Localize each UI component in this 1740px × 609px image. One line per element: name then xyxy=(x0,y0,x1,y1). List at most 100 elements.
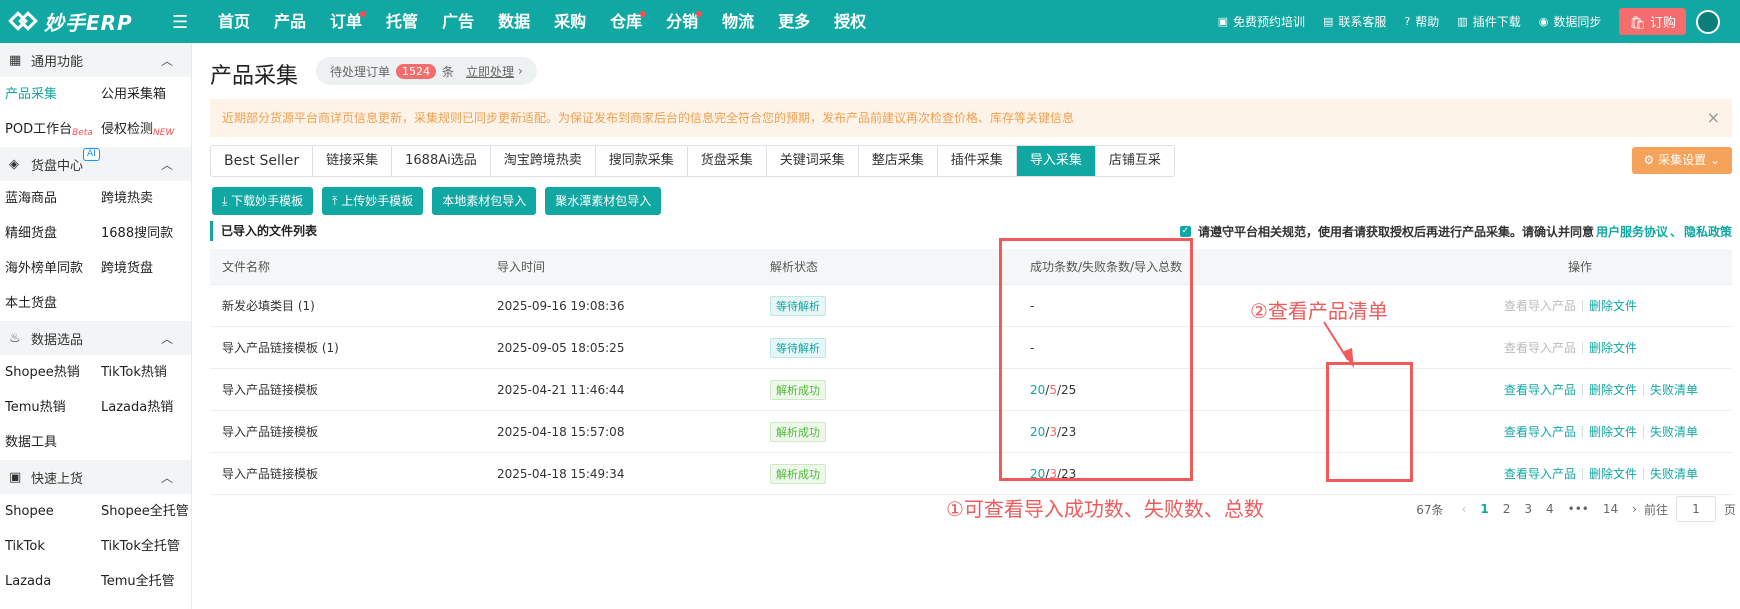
sidebar-item[interactable]: 数据工具 xyxy=(0,425,96,460)
row-action[interactable]: 查看导入产品 xyxy=(1504,381,1576,398)
tab-2[interactable]: 1688Ai选品 xyxy=(392,146,491,176)
header-tool-1[interactable]: ▤ 联系客服 xyxy=(1323,13,1386,30)
bag-icon: 🛍 xyxy=(1629,16,1646,31)
nav-item-0[interactable]: 首页 xyxy=(206,0,262,43)
import-action-button-3[interactable]: 聚水潭素材包导入 xyxy=(545,187,662,215)
tab-5[interactable]: 货盘采集 xyxy=(688,146,767,176)
row-action[interactable]: 失败清单 xyxy=(1650,423,1698,440)
header-tool-3[interactable]: ▥ 插件下载 xyxy=(1457,13,1520,30)
nav-item-1[interactable]: 产品 xyxy=(262,0,318,43)
agree-checkbox[interactable]: ✓ xyxy=(1179,226,1191,237)
collect-settings-button[interactable]: ⚙ 采集设置 ⌄ xyxy=(1631,147,1732,174)
page-number[interactable]: 3 xyxy=(1524,502,1532,516)
sidebar-item[interactable]: Lazada xyxy=(0,564,96,599)
nav-item-2[interactable]: 订单 xyxy=(318,0,374,43)
sidebar-item[interactable]: POD工作台 Beta xyxy=(0,112,96,147)
import-action-label: 上传妙手模板 xyxy=(341,194,414,208)
page-number[interactable]: 1 xyxy=(1480,502,1488,516)
row-action[interactable]: 失败清单 xyxy=(1650,465,1698,482)
pending-count-badge: 1524 xyxy=(396,63,437,79)
nav-item-8[interactable]: 分销 xyxy=(654,0,710,43)
nav-item-4[interactable]: 广告 xyxy=(430,0,486,43)
sidebar-item[interactable]: TikTok全托管 xyxy=(96,529,192,564)
row-action[interactable]: 查看导入产品 xyxy=(1504,465,1576,482)
goto-page-input[interactable]: 1 xyxy=(1675,496,1716,522)
nav-item-11[interactable]: 授权 xyxy=(822,0,878,43)
nav-item-9[interactable]: 物流 xyxy=(710,0,766,43)
sidebar-item[interactable]: Lazada热销 xyxy=(96,390,192,425)
tab-6[interactable]: 关键词采集 xyxy=(767,146,859,176)
chevron-up-icon[interactable]: ︿ xyxy=(161,156,173,173)
process-now-link[interactable]: 立即处理 xyxy=(466,63,514,80)
prev-page-icon[interactable]: ‹ xyxy=(1462,502,1467,516)
box-icon: ◈ xyxy=(9,157,19,172)
pending-orders-pill[interactable]: 待处理订单 1524 条 立即处理 › xyxy=(316,57,537,85)
sidebar-section-0[interactable]: ▦ 通用功能 ︿ xyxy=(0,43,191,77)
nav-item-7[interactable]: 仓库 xyxy=(598,0,654,43)
page-number[interactable]: 2 xyxy=(1503,502,1511,516)
import-action-button-0[interactable]: ⤓ 下载妙手模板 xyxy=(212,187,314,215)
next-page-icon[interactable]: › xyxy=(1632,502,1637,516)
logo[interactable]: 妙手ERP xyxy=(8,6,133,36)
page-number[interactable]: 14 xyxy=(1603,502,1618,516)
sidebar-section-3[interactable]: ▣ 快速上货 ︿ xyxy=(0,460,191,494)
sidebar-item[interactable]: 产品采集 xyxy=(0,77,96,112)
tab-0[interactable]: Best Seller xyxy=(211,146,314,176)
sidebar-item[interactable]: 精细货盘 xyxy=(0,216,96,251)
sidebar-item[interactable]: 跨境热卖 xyxy=(96,181,192,216)
op-divider xyxy=(1643,467,1645,480)
nav-item-3[interactable]: 托管 xyxy=(374,0,430,43)
row-action[interactable]: 删除文件 xyxy=(1589,381,1637,398)
sidebar-section-2[interactable]: ♨ 数据选品 ︿ xyxy=(0,321,191,355)
chevron-up-icon[interactable]: ︿ xyxy=(161,330,173,347)
row-action[interactable]: 删除文件 xyxy=(1589,465,1637,482)
user-agreement-link[interactable]: 用户服务协议 xyxy=(1596,223,1668,240)
privacy-policy-link[interactable]: 隐私政策 xyxy=(1684,223,1732,240)
tab-8[interactable]: 插件采集 xyxy=(938,146,1017,176)
tab-1[interactable]: 链接采集 xyxy=(313,146,393,176)
import-time: 2025-09-16 19:08:36 xyxy=(497,298,625,313)
import-action-button-1[interactable]: ⤒ 上传妙手模板 xyxy=(322,187,424,215)
sidebar-item[interactable]: TikTok热销 xyxy=(96,355,192,390)
order-button[interactable]: 🛍 订购 xyxy=(1619,8,1686,35)
tab-3[interactable]: 淘宝跨境热卖 xyxy=(491,146,596,176)
avatar[interactable] xyxy=(1696,9,1720,34)
nav-item-10[interactable]: 更多 xyxy=(766,0,822,43)
row-action[interactable]: 删除文件 xyxy=(1589,339,1637,356)
sidebar-item[interactable]: Shopee全托管 xyxy=(96,494,192,529)
sidebar-item[interactable]: 蓝海商品 xyxy=(0,181,96,216)
sidebar-item[interactable]: 1688搜同款 xyxy=(96,216,192,251)
row-action[interactable]: 失败清单 xyxy=(1650,381,1698,398)
tab-4[interactable]: 搜同款采集 xyxy=(596,146,688,176)
sidebar-item[interactable]: TikTok xyxy=(0,529,96,564)
chevron-up-icon[interactable]: ︿ xyxy=(161,52,173,69)
nav-item-5[interactable]: 数据 xyxy=(486,0,542,43)
page-number[interactable]: ••• xyxy=(1568,502,1589,516)
nav-item-6[interactable]: 采购 xyxy=(542,0,598,43)
header-tool-2[interactable]: ? 帮助 xyxy=(1404,13,1439,30)
sidebar-item[interactable]: Shopee xyxy=(0,494,96,529)
agree-text: 请遵守平台相关规范，使用者请获取授权后再进行产品采集。请确认并同意 xyxy=(1197,225,1594,239)
close-icon[interactable]: × xyxy=(1707,99,1720,137)
sidebar-item[interactable]: 跨境货盘 xyxy=(96,251,192,286)
row-action[interactable]: 删除文件 xyxy=(1589,297,1637,314)
header-tool-4[interactable]: ◉ 数据同步 xyxy=(1539,13,1602,30)
sidebar: ▦ 通用功能 ︿ 产品采集 公用采集箱 POD工作台 Beta 侵权检测 NEW ◈ 货盘中心 ︿ 蓝海… xyxy=(0,43,192,609)
tab-10[interactable]: 店铺互采 xyxy=(1096,146,1174,176)
sidebar-item[interactable]: Temu热销 xyxy=(0,390,96,425)
import-action-button-2[interactable]: 本地素材包导入 xyxy=(432,187,537,215)
menu-toggle-icon[interactable]: ☰ xyxy=(172,12,188,33)
row-action[interactable]: 删除文件 xyxy=(1589,423,1637,440)
row-action[interactable]: 查看导入产品 xyxy=(1504,423,1576,440)
tab-9[interactable]: 导入采集 xyxy=(1016,146,1096,176)
sidebar-item[interactable]: 公用采集箱 xyxy=(96,77,192,112)
page-number[interactable]: 4 xyxy=(1546,502,1554,516)
tab-7[interactable]: 整店采集 xyxy=(859,146,938,176)
header-tool-0[interactable]: ▣ 免费预约培训 xyxy=(1218,13,1305,30)
sidebar-item[interactable]: 本土货盘 xyxy=(0,286,96,321)
sidebar-item[interactable]: Shopee热销 xyxy=(0,355,96,390)
chevron-up-icon[interactable]: ︿ xyxy=(161,469,173,486)
sidebar-item[interactable]: Temu全托管 xyxy=(96,564,192,599)
sidebar-item[interactable]: 海外榜单同款 xyxy=(0,251,96,286)
sidebar-item[interactable]: 侵权检测 NEW xyxy=(96,112,192,147)
